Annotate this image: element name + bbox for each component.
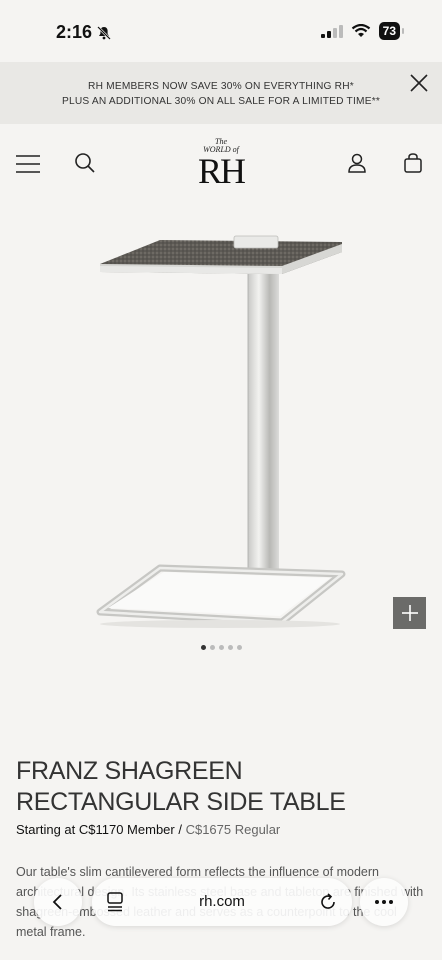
site-header: The WORLD of RH [0, 124, 442, 204]
status-bar: 2:16 73 [0, 0, 442, 62]
cellular-signal-icon [320, 25, 343, 38]
add-button[interactable] [393, 597, 426, 629]
logo-rh: RH [197, 151, 246, 191]
carousel-dot-1[interactable] [200, 645, 206, 650]
close-icon[interactable] [408, 72, 430, 94]
time-text: 2:16 [56, 22, 93, 42]
menu-icon[interactable] [16, 154, 40, 174]
carousel-dot-4[interactable] [227, 645, 233, 650]
wifi-icon [351, 24, 370, 37]
status-time: 2:16 [56, 22, 112, 43]
promo-banner[interactable]: RH MEMBERS NOW SAVE 30% ON EVERYTHING RH… [0, 62, 442, 124]
more-dots-icon [375, 900, 393, 904]
browser-toolbar: rh.com [0, 872, 442, 932]
more-button[interactable] [360, 878, 408, 926]
url-text: rh.com [199, 893, 245, 910]
status-indicators: 73 [320, 22, 405, 40]
plus-icon [401, 605, 418, 621]
promo-line-2: PLUS AN ADDITIONAL 30% ON ALL SALE FOR A… [61, 96, 381, 107]
carousel-dot-2[interactable] [209, 645, 215, 650]
regular-price: C$1675 Regular [185, 822, 281, 837]
reload-icon[interactable] [318, 892, 338, 912]
back-button[interactable] [34, 878, 82, 926]
chevron-left-icon [52, 894, 62, 910]
carousel-dot-3[interactable] [218, 645, 224, 650]
carousel-dot-5[interactable] [236, 645, 242, 650]
product-title: FRANZ SHAGREEN RECTANGULAR SIDE TABLE [16, 757, 346, 816]
address-bar[interactable]: rh.com [92, 878, 352, 926]
bell-slash-icon [97, 25, 111, 40]
promo-line-1: RH MEMBERS NOW SAVE 30% ON EVERYTHING RH… [88, 81, 354, 92]
carousel-dots[interactable] [0, 645, 442, 650]
shopping-bag-icon[interactable] [402, 152, 424, 174]
account-icon[interactable] [346, 152, 368, 174]
product-price: Starting at C$1170 Member / C$1675 Regul… [16, 822, 280, 837]
battery-indicator: 73 [378, 22, 405, 40]
price-separator: / [174, 822, 186, 837]
search-icon[interactable] [74, 152, 96, 174]
member-price: Starting at C$1170 Member [16, 822, 175, 837]
rh-logo[interactable]: The WORLD of RH [190, 138, 252, 192]
product-image[interactable] [0, 204, 442, 634]
